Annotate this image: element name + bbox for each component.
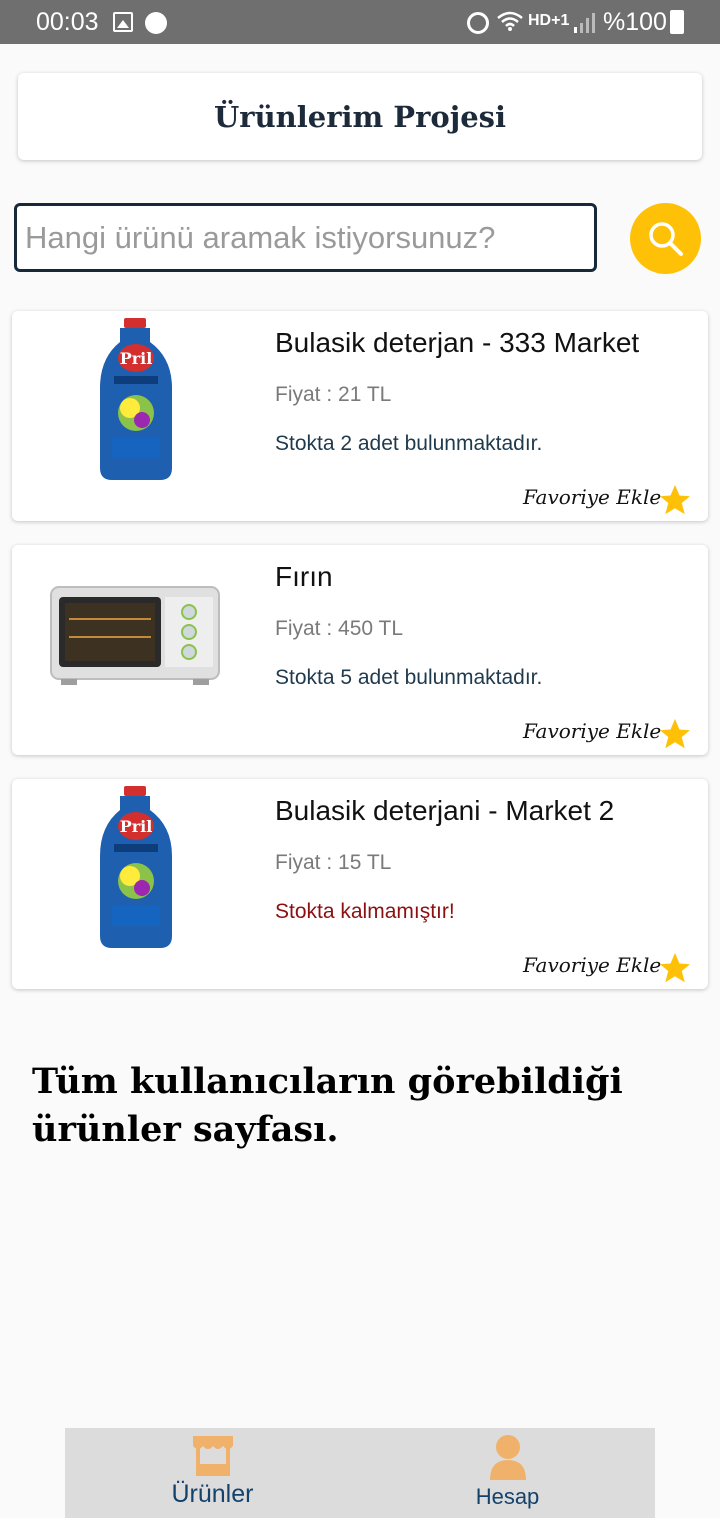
page-title: Ürünlerim Projesi	[214, 99, 506, 134]
sync-icon	[145, 12, 167, 34]
svg-text:Pril: Pril	[120, 817, 153, 836]
signal-icon	[574, 13, 595, 33]
status-bar: 00:03 HD+1 %100	[0, 0, 720, 44]
search-button[interactable]	[630, 203, 701, 274]
bottom-nav: Ürünler Hesap	[65, 1428, 655, 1518]
wifi-icon	[497, 11, 523, 31]
product-price: Fiyat : 21 TL	[275, 383, 392, 406]
nav-label-account: Hesap	[475, 1484, 540, 1509]
product-stock: Stokta 5 adet bulunmaktadır.	[275, 666, 543, 689]
product-image-detergent: Pril	[42, 315, 232, 485]
star-icon[interactable]	[657, 950, 693, 986]
nav-item-account[interactable]: Hesap	[360, 1428, 655, 1518]
product-name: Bulasik deterjani - Market 2	[275, 795, 615, 826]
product-stock: Stokta 2 adet bulunmaktadır.	[275, 432, 543, 455]
product-image-oven	[42, 549, 232, 719]
battery-percent: %100	[603, 8, 667, 36]
nav-label-products: Ürünler	[171, 1480, 254, 1508]
product-image-detergent: Pril	[42, 783, 232, 953]
add-favorite-label[interactable]: Favoriye Ekle	[523, 719, 661, 743]
image-icon	[113, 12, 133, 32]
product-name: Fırın	[275, 561, 333, 592]
svg-text:Pril: Pril	[120, 349, 153, 368]
search-input[interactable]	[14, 203, 597, 272]
status-time: 00:03	[36, 8, 99, 36]
product-card[interactable]: Pril Bulasik deterjan - 333 Market Fiyat…	[12, 311, 708, 521]
star-icon[interactable]	[657, 482, 693, 518]
header-card: Ürünlerim Projesi	[18, 73, 702, 160]
add-favorite-label[interactable]: Favoriye Ekle	[523, 953, 661, 977]
user-icon	[489, 1435, 526, 1480]
market-stall-icon	[192, 1436, 233, 1476]
add-favorite-label[interactable]: Favoriye Ekle	[523, 485, 661, 509]
page-description: Tüm kullanıcıların görebildiği ürünler s…	[32, 1061, 623, 1150]
product-card[interactable]: Fırın Fiyat : 450 TL Stokta 5 adet bulun…	[12, 545, 708, 755]
battery-icon	[670, 10, 684, 34]
alarm-icon	[467, 12, 489, 34]
product-stock: Stokta kalmamıştır!	[275, 900, 455, 923]
nav-item-products[interactable]: Ürünler	[65, 1428, 360, 1518]
product-name: Bulasik deterjan - 333 Market	[275, 327, 640, 358]
network-label: HD+1	[528, 12, 570, 29]
product-card[interactable]: Pril Bulasik deterjani - Market 2 Fiyat …	[12, 779, 708, 989]
product-price: Fiyat : 15 TL	[275, 851, 392, 874]
star-icon[interactable]	[657, 716, 693, 752]
product-price: Fiyat : 450 TL	[275, 617, 404, 640]
search-icon	[648, 221, 683, 256]
